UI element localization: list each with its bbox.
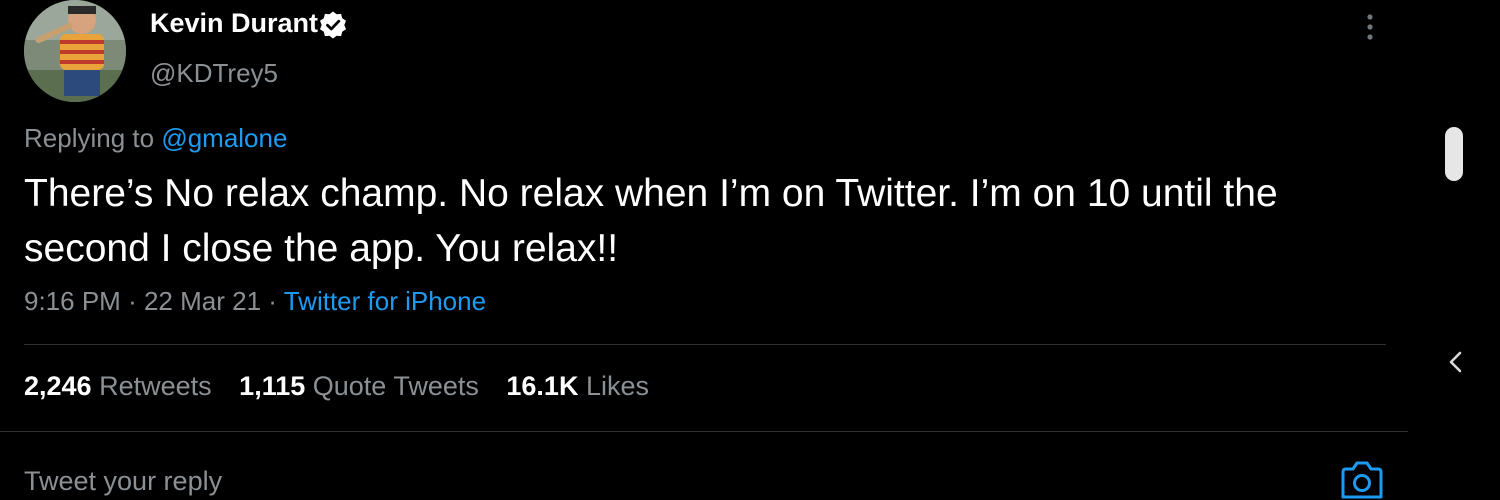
tweet-time: 9:16 PM (24, 286, 121, 316)
retweets-label: Retweets (99, 371, 212, 401)
reply-input[interactable]: Tweet your reply (24, 466, 222, 497)
replying-to-mention-link[interactable]: @gmalone (161, 123, 287, 153)
author-display-name[interactable]: Kevin Durant (150, 8, 318, 39)
divider (0, 431, 1408, 432)
meta-separator: · (268, 286, 277, 316)
likes-count: 16.1K (506, 371, 579, 401)
tweet-date: 22 Mar 21 (143, 286, 262, 316)
camera-icon[interactable] (1339, 457, 1385, 500)
quote-tweets-stat[interactable]: 1,115 Quote Tweets (239, 371, 479, 401)
avatar-photo-icon (24, 0, 126, 102)
author-handle[interactable]: @KDTrey5 (150, 58, 278, 89)
retweets-count: 2,246 (24, 371, 92, 401)
tweet-text: There’s No relax champ. No relax when I’… (24, 172, 1278, 270)
tweet-stats: 2,246 Retweets 1,115 Quote Tweets 16.1K … (24, 371, 669, 402)
chevron-left-icon[interactable] (1442, 346, 1468, 378)
more-vertical-icon[interactable] (1358, 12, 1382, 42)
tweet-meta: 9:16 PM · 22 Mar 21 · Twitter for iPhone (24, 286, 486, 317)
quote-tweets-label: Quote Tweets (312, 371, 479, 401)
meta-separator: · (128, 286, 137, 316)
retweets-stat[interactable]: 2,246 Retweets (24, 371, 212, 401)
tweet-source-link[interactable]: Twitter for iPhone (284, 286, 486, 316)
likes-stat[interactable]: 16.1K Likes (506, 371, 649, 401)
scrollbar-thumb[interactable] (1445, 127, 1463, 181)
divider (24, 344, 1386, 345)
replying-to-line: Replying to @gmalone (24, 123, 287, 154)
replying-to-prefix: Replying to (24, 123, 155, 153)
likes-label: Likes (585, 371, 649, 401)
avatar[interactable] (24, 0, 126, 102)
quote-tweets-count: 1,115 (239, 371, 306, 401)
verified-badge-icon (320, 11, 346, 39)
tweet-detail-screen: Kevin Durant @KDTrey5 Replying to @gmalo… (0, 0, 1500, 500)
